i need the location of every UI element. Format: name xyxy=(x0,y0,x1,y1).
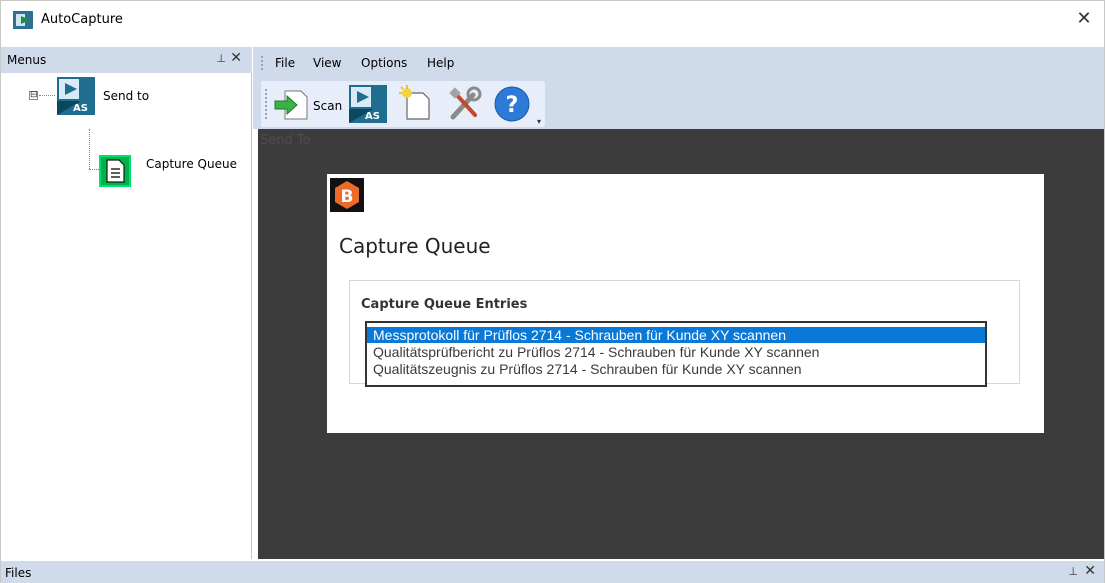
title-bar: AutoCapture ✕ xyxy=(1,1,1104,41)
svg-text:B: B xyxy=(341,187,354,207)
files-pane-close-icon[interactable]: ✕ xyxy=(1084,563,1096,579)
svg-text:AS: AS xyxy=(365,111,380,122)
list-item[interactable]: Messprotokoll für Prüflos 2714 - Schraub… xyxy=(367,327,985,343)
new-document-icon[interactable] xyxy=(397,85,435,123)
tools-icon[interactable] xyxy=(445,85,483,123)
tree-connector xyxy=(89,169,99,170)
files-pane: Files ⊥ ✕ xyxy=(1,561,1104,583)
menu-file[interactable]: File xyxy=(275,56,295,70)
autostore-icon[interactable]: AS xyxy=(349,85,387,123)
scan-button[interactable]: Scan xyxy=(271,85,343,123)
tree-connector xyxy=(89,129,90,169)
toolbar-overflow-icon[interactable]: ▾ xyxy=(537,117,541,126)
list-item[interactable]: Qualitätszeugnis zu Prüflos 2714 - Schra… xyxy=(367,361,985,377)
tree-item-capture-queue[interactable]: Capture Queue xyxy=(146,157,237,171)
capture-queue-listbox[interactable]: Messprotokoll für Prüflos 2714 - Schraub… xyxy=(365,321,987,387)
help-icon[interactable]: ? xyxy=(493,85,531,123)
app-window: AutoCapture ✕ Menus ⊥ ✕ ⊟ AS Send to Cap… xyxy=(0,0,1105,583)
main-toolbar: Scan AS ? ▾ xyxy=(261,81,545,127)
window-close-icon[interactable]: ✕ xyxy=(1074,9,1094,29)
document-icon xyxy=(106,159,125,183)
workspace: Send To B Capture Queue Capture Queue En… xyxy=(258,129,1104,559)
list-item[interactable]: Qualitätsprüfbericht zu Prüflos 2714 - S… xyxy=(367,344,985,360)
capture-queue-node[interactable] xyxy=(99,155,131,187)
menus-pane-close-icon[interactable]: ✕ xyxy=(230,50,242,66)
menus-pane-pin-icon[interactable]: ⊥ xyxy=(216,52,226,65)
b-logo-icon: B xyxy=(330,178,364,212)
scan-button-label: Scan xyxy=(313,99,343,113)
menu-view[interactable]: View xyxy=(313,56,341,70)
files-pane-pin-icon[interactable]: ⊥ xyxy=(1068,565,1078,578)
capture-queue-panel: B Capture Queue Capture Queue Entries Me… xyxy=(327,174,1044,433)
group-title: Capture Queue Entries xyxy=(361,297,528,312)
tree-connector xyxy=(39,95,55,96)
window-title: AutoCapture xyxy=(41,12,123,27)
menus-pane: Menus ⊥ ✕ ⊟ AS Send to Capture Queue xyxy=(1,47,252,559)
toolbar-strip: Scan AS ? ▾ xyxy=(253,79,1104,129)
menu-tree: ⊟ AS Send to Capture Queue xyxy=(1,73,252,559)
autostore-icon[interactable]: AS xyxy=(57,77,95,115)
svg-text:?: ? xyxy=(506,93,519,118)
capture-queue-entries-group: Capture Queue Entries Messprotokoll für … xyxy=(349,280,1020,387)
menu-grip xyxy=(261,56,263,70)
toolbar-grip xyxy=(265,89,267,119)
tree-collapse-icon[interactable]: ⊟ xyxy=(29,91,38,100)
menu-help[interactable]: Help xyxy=(427,56,454,70)
workspace-label: Send To xyxy=(260,133,311,148)
menu-options[interactable]: Options xyxy=(361,56,407,70)
page-title: Capture Queue xyxy=(339,234,491,258)
menus-pane-header: Menus ⊥ ✕ xyxy=(1,47,252,73)
svg-text:AS: AS xyxy=(73,103,88,114)
menus-pane-title: Menus xyxy=(7,53,47,67)
scan-arrow-icon xyxy=(274,90,308,120)
tree-item-send-to[interactable]: Send to xyxy=(103,89,149,103)
files-pane-title: Files xyxy=(5,566,32,580)
autocapture-app-icon xyxy=(13,11,33,29)
menu-bar: File View Options Help xyxy=(253,47,1104,79)
